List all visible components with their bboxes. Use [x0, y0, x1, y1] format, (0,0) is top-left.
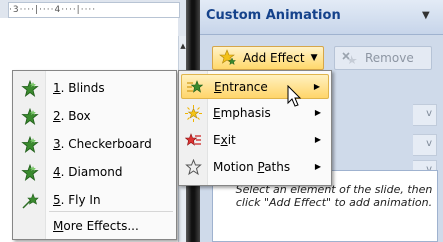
submenu-item-label: 5. Fly In — [53, 193, 101, 207]
green-star-icon — [21, 163, 39, 182]
entrance-submenu: 1. Blinds 2. Box 3. Checkerboard 4. Diamond… — [12, 70, 177, 240]
menu-item-exit[interactable]: Exit ▶ — [181, 128, 329, 153]
chevron-down-icon: v — [426, 138, 432, 149]
add-effect-menu: Entrance ▶ Emphasis ▶ Exit ▶ Motion Paths ▶ — [178, 70, 332, 186]
menu-item-label: Emphasis — [213, 106, 271, 120]
submenu-item-label: 3. Checkerboard — [53, 137, 152, 151]
more-effects-item[interactable]: More Effects... — [13, 212, 176, 240]
submenu-item-4[interactable]: 4. Diamond — [13, 158, 176, 186]
chevron-right-icon: ▶ — [314, 162, 321, 171]
menu-item-label: Entrance — [214, 80, 268, 94]
fly-in-star-icon — [21, 192, 39, 210]
submenu-item-5[interactable]: 5. Fly In — [13, 186, 176, 214]
green-star-icon — [21, 135, 39, 154]
remove-icon — [342, 52, 357, 64]
chevron-right-icon: ▶ — [314, 108, 321, 117]
empty-list-message: Select an element of the slide, then cli… — [235, 183, 433, 209]
entrance-star-icon — [186, 79, 204, 96]
emphasis-star-icon — [185, 105, 202, 122]
mouse-cursor-icon — [287, 85, 302, 107]
pane-menu-icon[interactable]: ▼ — [422, 10, 430, 21]
menu-item-entrance[interactable]: Entrance ▶ — [181, 74, 329, 99]
green-star-icon — [21, 107, 39, 126]
submenu-item-label: 1. Blinds — [53, 81, 105, 95]
pane-header: Custom Animation ▼ — [200, 0, 443, 35]
ruler-strip: ·3····|····4····|···· — [8, 2, 180, 18]
exit-star-icon — [184, 132, 202, 149]
submenu-item-label: 2. Box — [53, 109, 91, 123]
motion-path-star-icon — [185, 158, 202, 176]
submenu-item-1[interactable]: 1. Blinds — [13, 74, 176, 102]
green-star-icon — [21, 79, 39, 98]
chevron-down-icon: ▼ — [310, 53, 318, 63]
menu-item-label: Exit — [213, 133, 236, 147]
pane-title: Custom Animation — [206, 8, 341, 23]
menu-item-label: Motion Paths — [213, 160, 291, 174]
chevron-right-icon: ▶ — [314, 135, 321, 144]
chevron-right-icon: ▶ — [313, 82, 320, 91]
add-effect-button[interactable]: Add Effect ▼ — [212, 46, 324, 70]
submenu-item-2[interactable]: 2. Box — [13, 102, 176, 130]
star-sparkle-icon — [219, 49, 237, 66]
remove-button[interactable]: Remove — [334, 46, 432, 70]
chevron-down-icon: v — [426, 108, 432, 119]
submenu-item-label: 4. Diamond — [53, 165, 123, 179]
menu-item-motion-paths[interactable]: Motion Paths ▶ — [181, 155, 329, 180]
menu-item-emphasis[interactable]: Emphasis ▶ — [181, 101, 329, 126]
start-dropdown[interactable]: v — [413, 104, 437, 126]
submenu-item-3[interactable]: 3. Checkerboard — [13, 130, 176, 158]
add-effect-label: Add Effect — [243, 51, 305, 65]
more-effects-label: More Effects... — [53, 219, 139, 233]
remove-label: Remove — [365, 51, 414, 65]
property-dropdown[interactable]: v — [413, 134, 437, 156]
